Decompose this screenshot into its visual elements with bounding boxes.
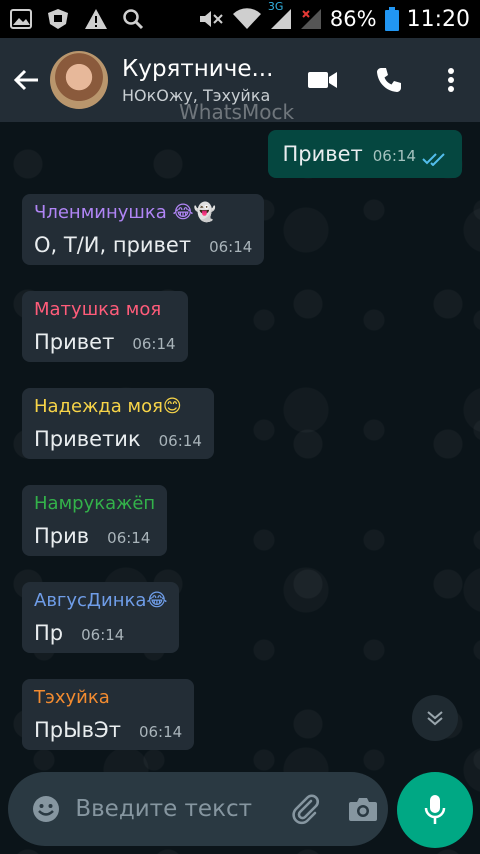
sender-name: Тэхуйка bbox=[34, 687, 110, 708]
back-arrow-icon bbox=[13, 69, 38, 91]
camera-button[interactable] bbox=[339, 784, 388, 834]
incoming-message[interactable]: Намрукажёп Прив 06:14 bbox=[22, 485, 168, 556]
chat-title: Курятниче... bbox=[122, 55, 274, 82]
back-button[interactable] bbox=[2, 38, 50, 122]
signal-off-icon bbox=[300, 8, 322, 30]
message-time: 06:14 bbox=[107, 529, 151, 547]
message-input[interactable] bbox=[75, 796, 266, 822]
read-ticks-icon bbox=[422, 152, 448, 166]
more-vert-icon bbox=[448, 68, 454, 92]
voice-record-button[interactable] bbox=[397, 772, 473, 848]
message-time: 06:14 bbox=[209, 238, 253, 256]
message-time: 06:14 bbox=[132, 335, 176, 353]
camera-icon bbox=[349, 798, 378, 821]
paperclip-icon bbox=[292, 794, 319, 825]
network-type: 3G bbox=[267, 0, 284, 13]
status-bar: 3G 86% 11:20 bbox=[0, 0, 480, 38]
warning-icon bbox=[84, 8, 108, 30]
double-chevron-down-icon bbox=[427, 711, 443, 726]
message-time: 06:14 bbox=[138, 723, 183, 741]
more-options-button[interactable] bbox=[422, 38, 480, 122]
message-text: О, Т/И, привет bbox=[34, 233, 192, 257]
attach-button[interactable] bbox=[281, 784, 330, 834]
emoji-icon bbox=[32, 796, 59, 822]
video-call-icon bbox=[308, 72, 337, 88]
message-list[interactable]: Привет 06:14 Членминушка 😂👻 О, Т/И, прив… bbox=[0, 122, 480, 854]
signal-icon: 3G bbox=[268, 0, 292, 30]
message-text: Приветик bbox=[34, 427, 141, 451]
avatar[interactable] bbox=[50, 51, 108, 109]
mute-icon bbox=[198, 8, 224, 30]
sender-name: Намрукажёп bbox=[34, 493, 156, 514]
message-time: 06:14 bbox=[81, 626, 125, 644]
message-text: ПрЫвЭт bbox=[34, 718, 121, 742]
message-time: 06:14 bbox=[158, 432, 202, 450]
battery-percent: 86% bbox=[329, 7, 377, 31]
sender-name: Надежда моя😊 bbox=[34, 396, 182, 417]
incoming-message[interactable]: Надежда моя😊 Приветик 06:14 bbox=[22, 388, 214, 459]
message-text: Пр bbox=[34, 621, 64, 645]
microphone-icon bbox=[424, 795, 446, 824]
incoming-message[interactable]: Тэхуйка ПрЫвЭт 06:14 bbox=[22, 679, 195, 750]
incoming-message[interactable]: Членминушка 😂👻 О, Т/И, привет 06:14 bbox=[22, 194, 265, 265]
sender-name: Членминушка 😂👻 bbox=[34, 202, 216, 223]
incoming-message[interactable]: АвгусДинка😂 Пр 06:14 bbox=[22, 582, 180, 653]
sender-name: Матушка моя bbox=[34, 299, 162, 320]
video-call-button[interactable] bbox=[290, 38, 356, 122]
image-icon bbox=[10, 9, 32, 29]
message-text: Привет bbox=[282, 142, 363, 166]
watermark: WhatsMock bbox=[179, 100, 295, 124]
search-icon bbox=[122, 8, 144, 30]
message-text: Привет bbox=[34, 330, 115, 354]
message-text: Прив bbox=[34, 524, 90, 548]
shield-icon bbox=[46, 8, 70, 30]
voice-call-button[interactable] bbox=[356, 38, 422, 122]
scroll-to-bottom-button[interactable] bbox=[412, 695, 458, 741]
wifi-icon bbox=[232, 8, 262, 30]
sender-name: АвгусДинка😂 bbox=[34, 590, 168, 611]
outgoing-message[interactable]: Привет 06:14 bbox=[268, 130, 462, 178]
message-time: 06:14 bbox=[372, 147, 416, 165]
chat-info[interactable]: Курятниче... НОкОжу, Тэхуйка bbox=[122, 56, 282, 105]
battery-icon bbox=[384, 7, 399, 31]
incoming-message[interactable]: Матушка моя Привет 06:14 bbox=[22, 291, 188, 362]
compose-bar bbox=[8, 772, 388, 846]
phone-icon bbox=[377, 68, 401, 92]
clock: 11:20 bbox=[406, 6, 470, 32]
emoji-button[interactable] bbox=[22, 785, 69, 833]
